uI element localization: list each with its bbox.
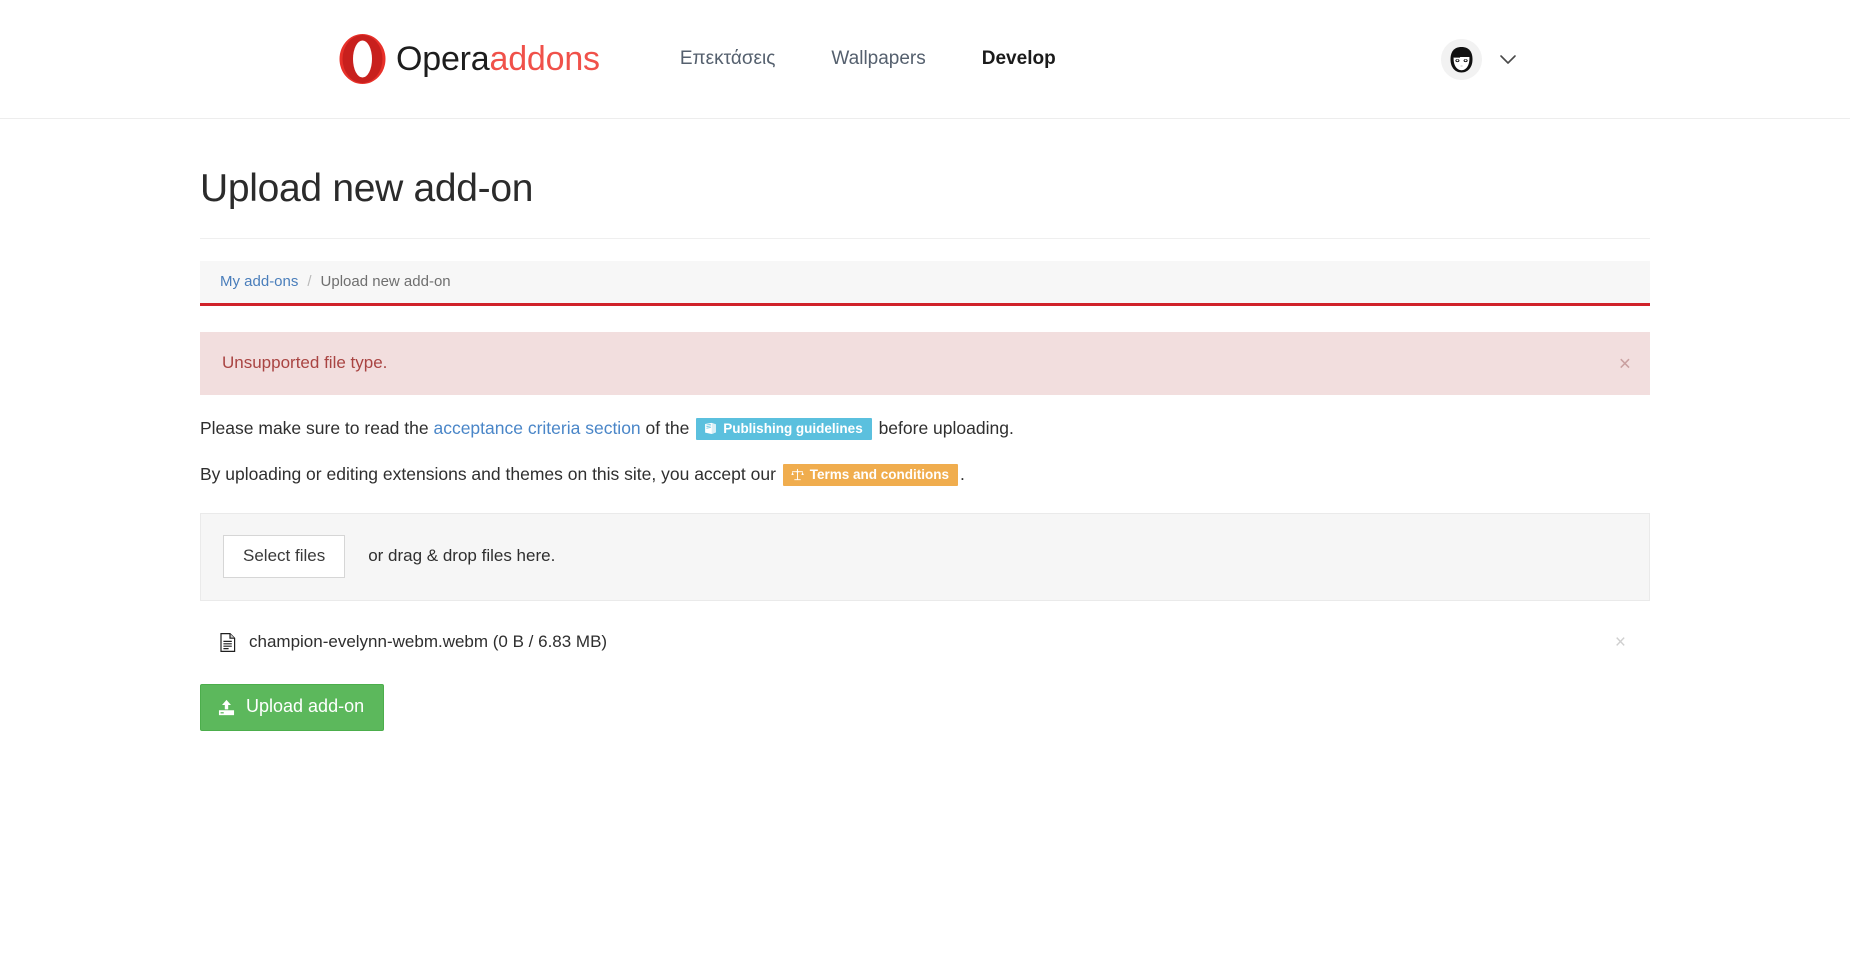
- upload-icon: [218, 699, 235, 715]
- info-line1-middle: of the: [640, 418, 695, 439]
- breadcrumb-separator: /: [307, 273, 312, 290]
- breadcrumb-item-my-addons[interactable]: My add-ons: [220, 273, 298, 290]
- dropzone-hint-text: or drag & drop files here.: [368, 546, 556, 566]
- terms-and-conditions-badge-label: Terms and conditions: [809, 466, 950, 482]
- file-document-icon: [220, 632, 236, 652]
- site-header: Operaaddons Επεκτάσεις Wallpapers Develo…: [0, 0, 1850, 119]
- info-line1-before: Please make sure to read the: [200, 418, 434, 439]
- publishing-guidelines-badge[interactable]: Publishing guidelines: [696, 417, 872, 441]
- chevron-down-icon[interactable]: [1496, 47, 1520, 71]
- file-remove-icon[interactable]: ×: [1613, 633, 1628, 652]
- brand-logo-link[interactable]: Operaaddons: [338, 33, 600, 85]
- main-navigation: Επεκτάσεις Wallpapers Develop: [652, 48, 1084, 71]
- terms-paragraph: By uploading or editing extensions and t…: [200, 463, 1650, 487]
- publishing-guidelines-paragraph: Please make sure to read the acceptance …: [200, 417, 1650, 441]
- page-content: Upload new add-on My add-ons / Upload ne…: [0, 119, 1850, 732]
- select-files-button[interactable]: Select files: [223, 534, 346, 579]
- file-name-label: champion-evelynn-webm.webm (0 B / 6.83 M…: [249, 632, 608, 652]
- brand-name-opera: Opera: [396, 40, 490, 78]
- nav-develop[interactable]: Develop: [954, 48, 1084, 71]
- error-alert-message: Unsupported file type.: [222, 353, 388, 372]
- upload-addon-button-label: Upload add-on: [246, 696, 365, 717]
- nav-wallpapers[interactable]: Wallpapers: [803, 48, 953, 71]
- page-title: Upload new add-on: [200, 167, 534, 210]
- brand-name-addons: addons: [489, 40, 601, 78]
- user-avatar-icon[interactable]: [1441, 38, 1482, 80]
- publishing-guidelines-badge-label: Publishing guidelines: [723, 420, 863, 436]
- title-divider: [200, 238, 1650, 239]
- balance-scale-icon: [791, 468, 804, 480]
- info-line2-before: By uploading or editing extensions and t…: [200, 464, 781, 485]
- file-list-item: champion-evelynn-webm.webm (0 B / 6.83 M…: [200, 625, 1650, 659]
- nav-extensions[interactable]: Επεκτάσεις: [652, 48, 804, 71]
- breadcrumb-item-current: Upload new add-on: [320, 273, 451, 290]
- opera-o-icon: [339, 34, 386, 84]
- account-menu[interactable]: [1441, 38, 1520, 80]
- upload-addon-button[interactable]: Upload add-on: [200, 684, 385, 732]
- book-icon: [705, 423, 717, 435]
- error-alert-close-icon[interactable]: ×: [1619, 353, 1631, 374]
- terms-and-conditions-badge[interactable]: Terms and conditions: [782, 463, 959, 487]
- breadcrumb: My add-ons / Upload new add-on: [200, 261, 1650, 306]
- info-line2-after: .: [960, 464, 965, 485]
- brand-text: Operaaddons: [396, 42, 600, 76]
- file-dropzone[interactable]: Select files or drag & drop files here.: [200, 512, 1650, 602]
- info-line1-after: before uploading.: [873, 418, 1014, 439]
- error-alert: Unsupported file type. ×: [200, 332, 1650, 396]
- acceptance-criteria-link[interactable]: acceptance criteria section: [433, 417, 640, 441]
